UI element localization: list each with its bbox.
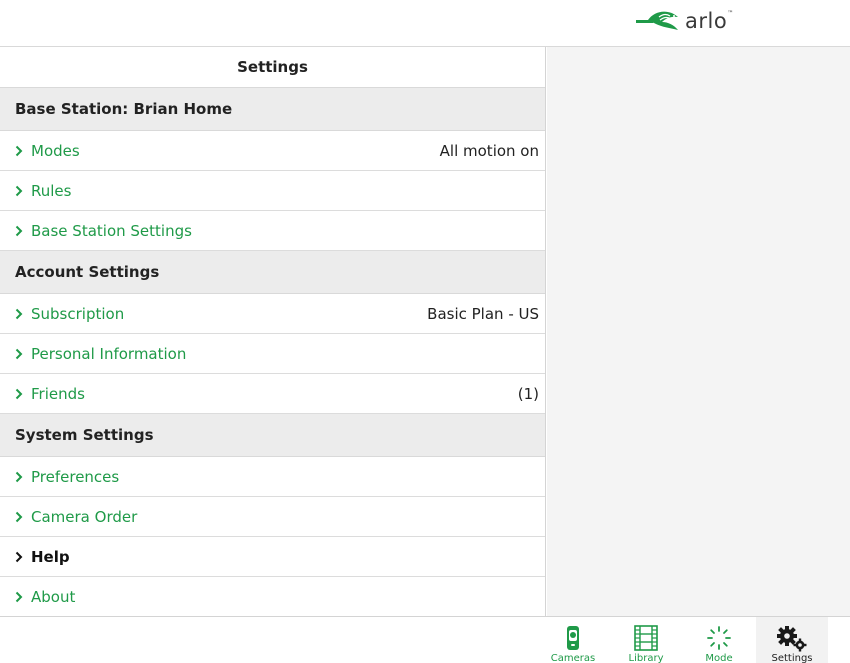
settings-item-label: Modes (31, 141, 80, 160)
tab-label: Mode (705, 653, 733, 663)
settings-item-label: Personal Information (31, 344, 187, 363)
settings-item-subscription[interactable]: Subscription Basic Plan - US (0, 294, 545, 334)
detail-pane (547, 47, 850, 616)
settings-item-rules[interactable]: Rules (0, 171, 545, 211)
section-header-system-settings: System Settings (0, 414, 545, 457)
mode-spinner-icon (707, 626, 731, 650)
settings-item-help[interactable]: Help (0, 537, 545, 577)
tab-library[interactable]: Library (610, 617, 682, 663)
settings-item-label: About (31, 587, 76, 606)
settings-item-label: Camera Order (31, 507, 138, 526)
settings-item-label: Friends (31, 384, 85, 403)
tab-label: Settings (771, 653, 813, 663)
tab-label: Library (628, 653, 664, 663)
section-header-account-settings: Account Settings (0, 251, 545, 294)
chevron-right-icon (15, 590, 25, 604)
chevron-right-icon (15, 224, 25, 238)
bottom-tab-bar: Cameras Library Mode Settings (0, 616, 850, 663)
chevron-right-icon (15, 510, 25, 524)
arlo-logo: arlo ™ (634, 6, 733, 36)
film-icon (634, 625, 658, 651)
camera-icon (567, 626, 579, 650)
tab-cameras[interactable]: Cameras (537, 617, 609, 663)
friends-count: (1) (517, 384, 539, 403)
settings-item-label: Preferences (31, 467, 120, 486)
logo-trademark: ™ (727, 10, 734, 17)
settings-item-about[interactable]: About (0, 577, 545, 616)
settings-item-personal-information[interactable]: Personal Information (0, 334, 545, 374)
settings-item-label: Help (31, 547, 70, 566)
settings-item-label: Base Station Settings (31, 221, 192, 240)
settings-item-label: Rules (31, 181, 72, 200)
page-title: Settings (0, 47, 545, 88)
settings-item-preferences[interactable]: Preferences (0, 457, 545, 497)
section-header-base-station: Base Station: Brian Home (0, 88, 545, 131)
tab-label: Cameras (550, 653, 596, 663)
tab-mode[interactable]: Mode (683, 617, 755, 663)
hummingbird-icon (636, 11, 678, 31)
settings-panel: Settings Base Station: Brian Home Modes … (0, 47, 546, 616)
logo-wordmark: arlo (685, 9, 728, 33)
chevron-right-icon (15, 387, 25, 401)
chevron-right-icon (15, 347, 25, 361)
gears-icon (777, 626, 807, 652)
top-bar: arlo ™ (0, 0, 850, 47)
chevron-right-icon (15, 307, 25, 321)
settings-item-base-station-settings[interactable]: Base Station Settings (0, 211, 545, 251)
settings-item-value: All motion on (439, 141, 539, 160)
settings-item-camera-order[interactable]: Camera Order (0, 497, 545, 537)
chevron-right-icon (15, 184, 25, 198)
settings-item-value: Basic Plan - US (427, 304, 539, 323)
chevron-right-icon (15, 144, 25, 158)
settings-item-label: Subscription (31, 304, 125, 323)
settings-item-modes[interactable]: Modes All motion on (0, 131, 545, 171)
settings-item-friends[interactable]: Friends (1) (0, 374, 545, 414)
tab-settings[interactable]: Settings (756, 617, 828, 663)
chevron-right-icon (15, 550, 25, 564)
chevron-right-icon (15, 470, 25, 484)
